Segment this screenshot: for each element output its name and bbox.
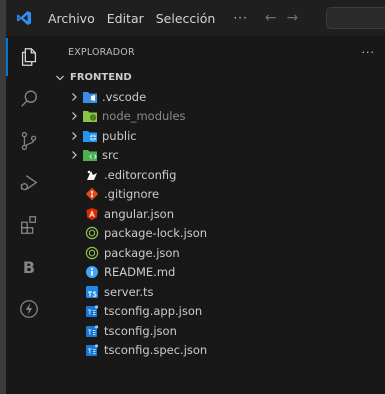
chevron-down-icon <box>52 70 68 86</box>
tsconfig-icon <box>84 303 100 319</box>
angular-icon <box>84 206 100 222</box>
source-control-icon <box>21 131 37 151</box>
chevron-right-icon <box>66 128 82 144</box>
back-arrow-icon[interactable]: ← <box>260 10 282 26</box>
npm-icon <box>84 245 100 261</box>
activity-run-debug[interactable] <box>6 162 52 204</box>
tree-file-gitignore[interactable]: .gitignore <box>52 185 385 205</box>
chevron-right-icon <box>66 147 82 163</box>
chevron-right-icon <box>66 108 82 124</box>
editorconfig-icon <box>84 167 100 183</box>
explorer-more-button[interactable]: ··· <box>362 46 376 59</box>
folder-label: public <box>102 128 137 143</box>
tree-folder-public[interactable]: public <box>52 126 385 146</box>
activity-source-control[interactable] <box>6 120 52 162</box>
typescript-icon <box>84 284 100 300</box>
activity-lightning[interactable] <box>6 288 52 330</box>
tree-file-package-json[interactable]: package.json <box>52 243 385 263</box>
tree-file-tsconfig-app-json[interactable]: tsconfig.app.json <box>52 302 385 322</box>
file-label: README.md <box>104 265 176 280</box>
public-folder-icon <box>82 128 98 144</box>
file-label: angular.json <box>104 206 175 221</box>
file-label: tsconfig.app.json <box>104 304 203 319</box>
tree-file-server-ts[interactable]: server.ts <box>52 282 385 302</box>
activity-b-extension[interactable]: B <box>6 246 52 288</box>
file-label: tsconfig.json <box>104 323 177 338</box>
activity-bar: B <box>6 36 52 394</box>
folder-label: node_modules <box>102 109 186 124</box>
active-indicator <box>6 38 8 76</box>
tree-file-angular-json[interactable]: angular.json <box>52 204 385 224</box>
node-folder-icon <box>82 108 98 124</box>
info-icon <box>84 264 100 280</box>
activity-explorer[interactable] <box>6 36 52 78</box>
extensions-icon <box>21 216 37 234</box>
search-icon <box>21 90 38 107</box>
files-icon <box>21 48 37 66</box>
b-extension-icon: B <box>22 257 36 277</box>
run-debug-icon <box>20 175 38 191</box>
src-folder-icon <box>82 147 98 163</box>
chevron-right-icon <box>66 89 82 105</box>
tree-folder-node-modules[interactable]: node_modules <box>52 107 385 127</box>
tree-file-tsconfig-spec-json[interactable]: tsconfig.spec.json <box>52 341 385 361</box>
section-title: FRONTEND <box>70 72 132 83</box>
vscode-window: Archivo Editar Selección ··· ← → B EXPLO… <box>0 0 385 394</box>
command-center-search[interactable] <box>326 7 385 29</box>
tsconfig-icon <box>84 342 100 358</box>
folder-label: .vscode <box>102 89 147 104</box>
file-label: .gitignore <box>104 187 160 202</box>
menu-seleccion[interactable]: Selección <box>150 11 222 26</box>
forward-arrow-icon[interactable]: → <box>282 10 304 26</box>
section-frontend[interactable]: FRONTEND <box>52 68 385 87</box>
file-label: tsconfig.spec.json <box>104 343 208 358</box>
vscode-folder-icon <box>82 89 98 105</box>
explorer-sidebar: EXPLORADOR ··· FRONTEND .vscode node_mod… <box>52 36 385 394</box>
explorer-header: EXPLORADOR ··· <box>52 36 385 68</box>
vscode-logo-icon <box>6 0 42 36</box>
title-bar: Archivo Editar Selección ··· ← → <box>6 0 385 36</box>
tsconfig-icon <box>84 323 100 339</box>
npm-icon <box>84 225 100 241</box>
menu-more-button[interactable]: ··· <box>221 11 259 25</box>
tree-folder-src[interactable]: src <box>52 146 385 166</box>
activity-extensions[interactable] <box>6 204 52 246</box>
folder-label: src <box>102 148 119 163</box>
file-label: package.json <box>104 245 180 260</box>
file-label: .editorconfig <box>104 167 177 182</box>
tree-file-editorconfig[interactable]: .editorconfig <box>52 165 385 185</box>
activity-search[interactable] <box>6 78 52 120</box>
file-label: package-lock.json <box>104 226 208 241</box>
menu-archivo[interactable]: Archivo <box>42 11 101 26</box>
tree-folder-vscode[interactable]: .vscode <box>52 87 385 107</box>
menu-editar[interactable]: Editar <box>101 11 150 26</box>
tree-file-tsconfig-json[interactable]: tsconfig.json <box>52 321 385 341</box>
explorer-title: EXPLORADOR <box>68 46 135 58</box>
tree-file-readme[interactable]: README.md <box>52 263 385 283</box>
file-label: server.ts <box>104 284 154 299</box>
file-tree: .vscode node_modules public src .editorc… <box>52 87 385 360</box>
tree-file-package-lock-json[interactable]: package-lock.json <box>52 224 385 244</box>
git-icon <box>84 186 100 202</box>
lightning-icon <box>20 300 38 318</box>
